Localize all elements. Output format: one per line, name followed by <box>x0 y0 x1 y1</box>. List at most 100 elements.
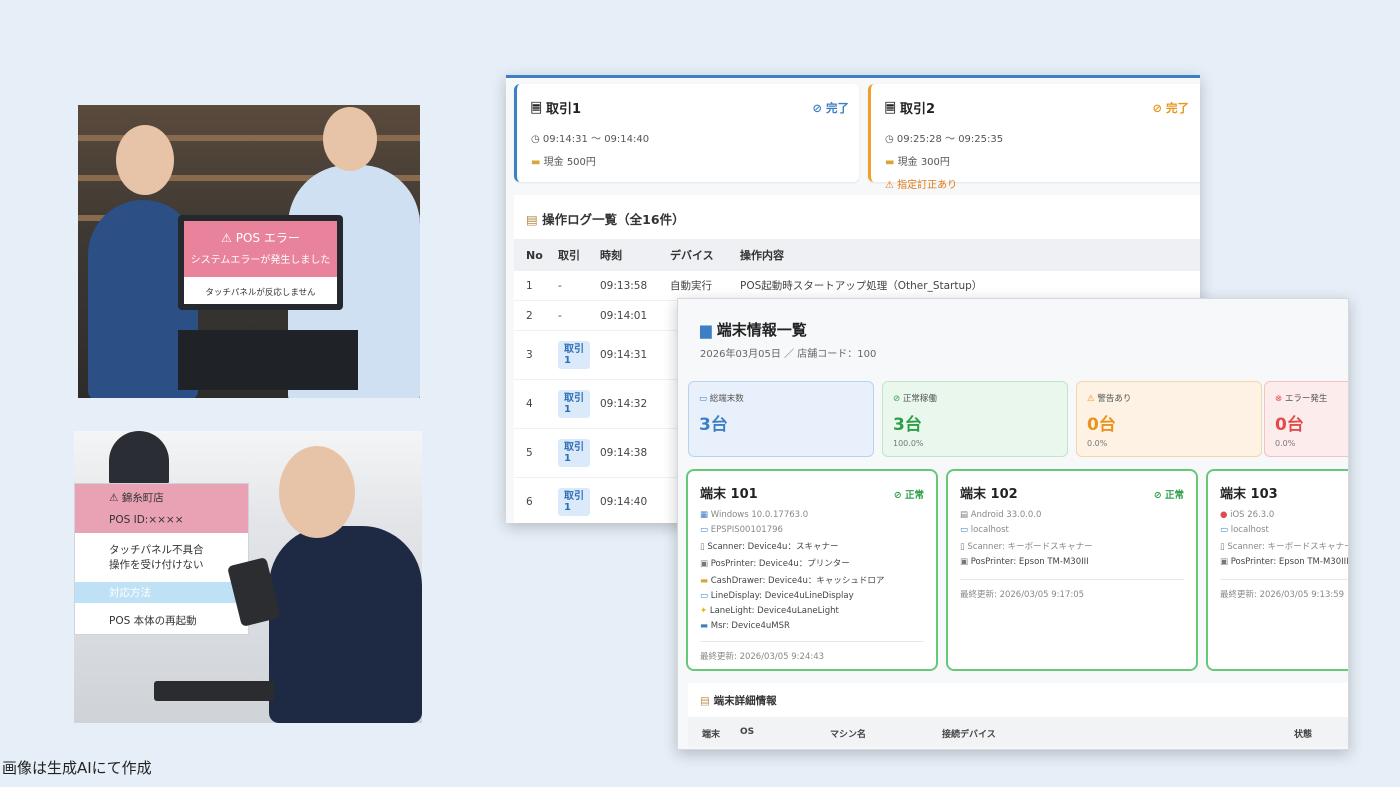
scanner-icon: ▯ <box>1220 542 1225 552</box>
issue-text: タッチパネル不具合 操作を受け付けない <box>109 544 204 571</box>
support-center-photo: ⚠ 錦糸町店 POS ID:×××× タッチパネル不具合 操作を受け付けない 対… <box>74 431 422 723</box>
transaction-card[interactable]: 🗏 取引1 ⊘ 完了 ◷ 09:14:31 〜 09:14:40 ▬ 現金 50… <box>514 84 859 182</box>
detail-table-header: 端末 OS マシン名 接続デバイス 状態 <box>688 717 1348 747</box>
windows-icon: ▦ <box>700 510 709 520</box>
device-card[interactable]: 端末 103 ● iOS 26.3.0 ▭ localhost ▯ Scanne… <box>1206 469 1349 671</box>
machine-line: ▭ localhost <box>960 525 1009 535</box>
transaction-badge[interactable]: 取引 1 <box>558 488 590 516</box>
action-text: POS 本体の再起動 <box>109 615 197 628</box>
clipboard-icon: ▤ <box>526 212 538 227</box>
pos-error-photo: ⚠ POS エラー システムエラーが発生しました タッチパネルが反応しません <box>78 105 420 398</box>
stat-value: 0台 <box>1275 415 1304 435</box>
device-name: 端末 103 <box>1220 487 1278 502</box>
card-icon: ▬ <box>700 621 709 631</box>
warning-icon: ⚠ <box>885 180 894 191</box>
transaction-payment: ▬ 現金 500円 <box>531 157 596 168</box>
computer-icon: ▭ <box>1220 525 1229 535</box>
apple-icon: ● <box>1220 510 1228 520</box>
pos-id: POS ID:×××× <box>75 511 248 533</box>
transaction-time: ◷ 09:14:31 〜 09:14:40 <box>531 134 650 145</box>
status-badge: ⊘ 完了 <box>812 101 849 115</box>
image-caption: 画像は生成AIにて作成 <box>2 759 152 777</box>
stat-value: 3台 <box>699 415 728 435</box>
device-card[interactable]: 端末 101 ⊘ 正常 ▦ Windows 10.0.17763.0 ▭ EPS… <box>686 469 938 671</box>
terminal-info-screen: ▆ 端末情報一覧 2026年03月05日 ／ 店舗コード：100 ▭ 総端末数 … <box>677 298 1349 750</box>
col-devices: 接続デバイス <box>942 730 996 740</box>
stat-card-normal: ⊘ 正常稼働 3台 100.0% <box>882 381 1068 457</box>
device-line: ▭ LineDisplay: Device4uLineDisplay <box>700 591 854 601</box>
table-row[interactable]: 1 - 09:13:58 自動実行 POS起動時スタートアップ処理（Other_… <box>514 271 1200 301</box>
pos-terminal-base <box>178 330 358 390</box>
light-icon: ✦ <box>700 606 708 616</box>
stat-card-warning: ⚠ 警告あり 0台 0.0% <box>1076 381 1262 457</box>
machine-line: ▭ EPSPIS00101796 <box>700 525 783 535</box>
support-monitor-screen: ⚠ 錦糸町店 POS ID:×××× タッチパネル不具合 操作を受け付けない 対… <box>74 483 249 635</box>
transaction-card[interactable]: 🗏 取引2 ⊘ 完了 ◷ 09:25:28 〜 09:25:35 ▬ 現金 30… <box>868 84 1200 191</box>
stat-value: 3台 <box>893 415 922 435</box>
device-line: ▬ CashDrawer: Device4u：キャッシュドロア <box>700 576 885 586</box>
manager-head <box>323 107 377 171</box>
transaction-warning: ⚠ 指定訂正あり <box>885 180 958 191</box>
last-updated: 最終更新: 2026/03/05 9:17:05 <box>960 590 1085 600</box>
log-table-header: No 取引 時刻 デバイス 操作内容 <box>514 239 1200 271</box>
stat-percent: 100.0% <box>893 439 924 448</box>
page-subtitle: 2026年03月05日 ／ 店舗コード：100 <box>700 349 877 360</box>
receipt-icon: 🗏 <box>885 102 896 117</box>
clerk-head <box>116 125 174 195</box>
store-name: ⚠ 錦糸町店 <box>75 484 248 511</box>
detail-section-title: ▤ 端末詳細情報 <box>688 683 1348 717</box>
transaction-badge[interactable]: 取引 1 <box>558 439 590 467</box>
pos-error-title: ⚠ POS エラー <box>221 231 300 245</box>
android-icon: ▤ <box>960 510 969 520</box>
page-title: ▆ 端末情報一覧 <box>700 321 807 339</box>
device-line: ▣ PosPrinter: Epson TM-M30III <box>1220 557 1349 567</box>
check-circle-icon: ⊘ <box>893 394 901 404</box>
scanner-icon: ▯ <box>960 542 965 552</box>
device-name: 端末 101 <box>700 487 758 502</box>
col-operation: 操作内容 <box>740 249 784 262</box>
device-line: ▯ Scanner: キーボードスキャナー <box>960 542 1093 552</box>
device-line: ▯ Scanner: Device4u：スキャナー <box>700 542 839 552</box>
col-os: OS <box>740 727 755 737</box>
cash-icon: ▬ <box>531 157 541 168</box>
device-card[interactable]: 端末 102 ⊘ 正常 ▤ Android 33.0.0.0 ▭ localho… <box>946 469 1198 671</box>
device-line: ▣ PosPrinter: Epson TM-M30III <box>960 557 1089 567</box>
device-line: ▯ Scanner: キーボードスキャナー <box>1220 542 1349 552</box>
pos-terminal-screen: ⚠ POS エラー システムエラーが発生しました タッチパネルが反応しません <box>178 215 343 310</box>
printer-icon: ▣ <box>700 559 709 569</box>
col-transaction: 取引 <box>558 249 580 262</box>
check-icon: ⊘ <box>1153 490 1162 501</box>
transaction-time: ◷ 09:25:28 〜 09:25:35 <box>885 134 1004 145</box>
monitor-icon: ▆ <box>700 321 712 339</box>
last-updated: 最終更新: 2026/03/05 9:13:59 <box>1220 590 1345 600</box>
status-badge: ⊘ 完了 <box>1152 101 1189 115</box>
clipboard-icon: ▤ <box>700 695 710 707</box>
monitor-icon: ▭ <box>699 394 708 404</box>
device-line: ▣ PosPrinter: Device4u：プリンター <box>700 559 850 569</box>
stat-card-total: ▭ 総端末数 3台 <box>688 381 874 457</box>
transaction-payment: ▬ 現金 300円 <box>885 157 950 168</box>
col-device: デバイス <box>670 249 714 262</box>
display-icon: ▭ <box>700 591 709 601</box>
receipt-icon: 🗏 <box>531 102 542 117</box>
warning-icon: ⚠ <box>1087 394 1095 404</box>
os-line: ▦ Windows 10.0.17763.0 <box>700 510 809 520</box>
clock-icon: ◷ <box>885 134 894 145</box>
transaction-badge[interactable]: 取引 1 <box>558 390 590 418</box>
transaction-badge[interactable]: 取引 1 <box>558 341 590 369</box>
device-line: ▬ Msr: Device4uMSR <box>700 621 790 631</box>
pos-error-message: システムエラーが発生しました <box>190 255 331 266</box>
machine-line: ▭ localhost <box>1220 525 1269 535</box>
error-icon: ⊗ <box>1275 394 1283 404</box>
transaction-title: 🗏 取引1 <box>531 102 582 117</box>
printer-icon: ▣ <box>960 557 969 567</box>
os-line: ● iOS 26.3.0 <box>1220 510 1275 520</box>
computer-icon: ▭ <box>960 525 969 535</box>
background-person <box>109 431 169 486</box>
operator-head <box>279 446 355 538</box>
col-terminal: 端末 <box>702 730 721 740</box>
col-status: 状態 <box>1294 730 1313 740</box>
keyboard <box>154 681 274 701</box>
col-machine: マシン名 <box>830 730 867 740</box>
stat-percent: 0.0% <box>1275 439 1296 448</box>
